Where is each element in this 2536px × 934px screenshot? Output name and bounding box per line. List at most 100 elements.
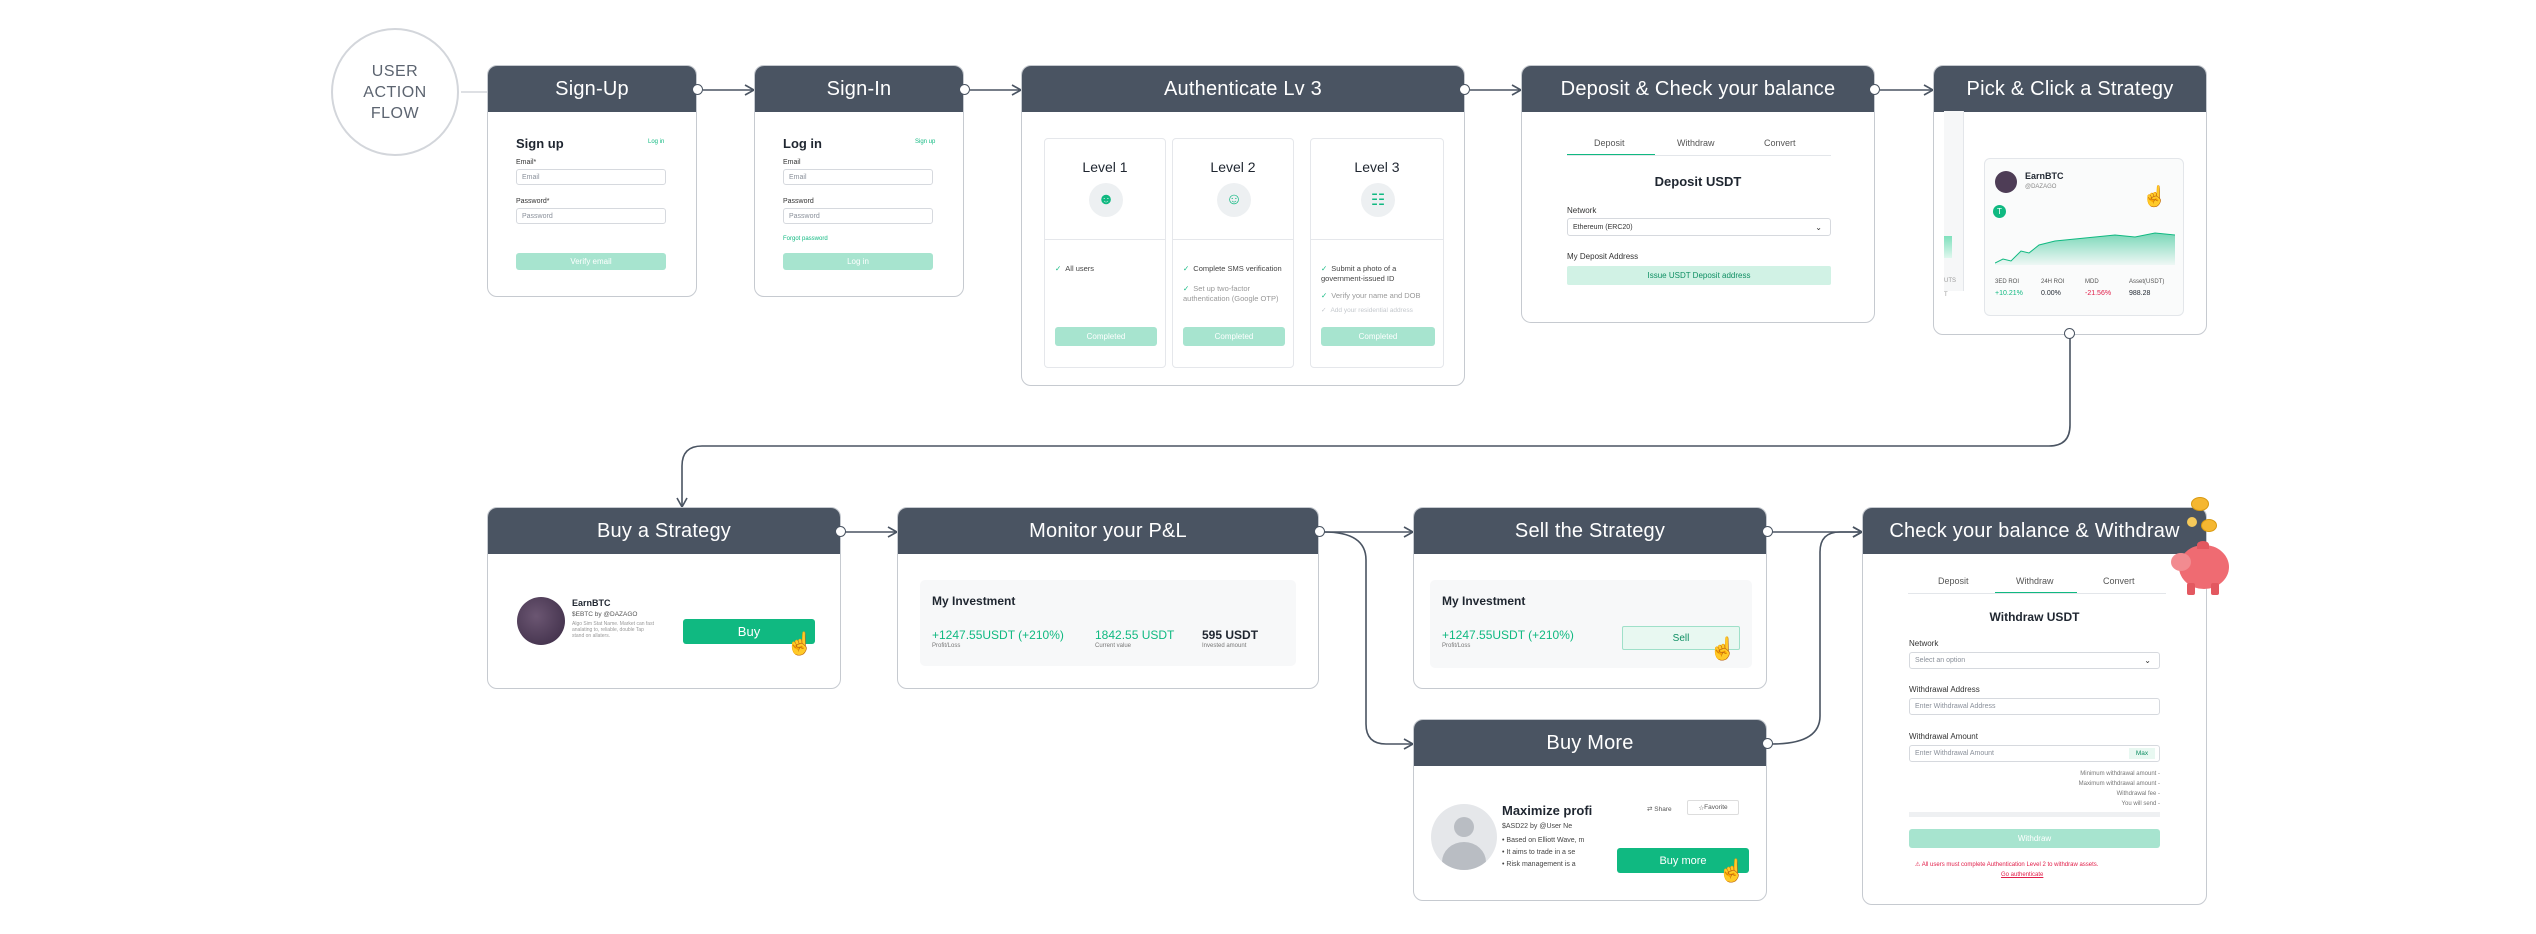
strategy-name: EarnBTC (572, 598, 611, 608)
amount-placeholder: Enter Withdrawal Amount (1915, 750, 1994, 757)
tab-withdraw[interactable]: Withdraw (1677, 138, 1715, 148)
tab-convert[interactable]: Convert (1764, 138, 1796, 148)
connector-dot (1869, 84, 1880, 95)
check-icon: ✓ (1183, 264, 1190, 273)
withdraw-button[interactable]: Withdraw (1909, 829, 2160, 848)
pl-value: +1247.55USDT (+210%) (1442, 628, 1574, 642)
connector-dot (692, 84, 703, 95)
current-value-label: Current value (1095, 643, 1132, 649)
completed-button[interactable]: Completed (1321, 327, 1435, 346)
check-icon: ✓ (1321, 307, 1327, 314)
password-field[interactable]: Password (783, 208, 933, 224)
info-line: Minimum withdrawal amount - (2080, 771, 2160, 777)
network-select[interactable]: Select an option ⌄ (1909, 652, 2160, 669)
completed-button[interactable]: Completed (1055, 327, 1157, 346)
network-placeholder: Select an option (1915, 657, 1966, 664)
user-icon: ☻ (1089, 183, 1123, 217)
network-value: Ethereum (ERC20) (1573, 223, 1633, 231)
connector-dot (959, 84, 970, 95)
network-select[interactable]: Ethereum (ERC20) ⌄ (1567, 218, 1831, 236)
forgot-password-link[interactable]: Forgot password (783, 236, 828, 242)
amount-label: Withdrawal Amount (1909, 732, 1978, 741)
email-field[interactable]: Email (783, 169, 933, 185)
strategy-card[interactable]: EarnBTC @DAZAGO T 3ED ROI 24H ROI MDD As… (1984, 158, 2184, 316)
deposit-card: Deposit & Check your balance Deposit Wit… (1521, 65, 1875, 323)
amount-input[interactable]: Enter Withdrawal Amount (1909, 745, 2160, 762)
check-icon: ✓ (1055, 264, 1062, 273)
deposit-address-label: My Deposit Address (1567, 252, 1639, 261)
level-requirement: ✓ Submit a photo of a government-issued I… (1321, 264, 1397, 283)
connector-dot (2064, 328, 2075, 339)
info-line: Maximum withdrawal amount - (2078, 781, 2160, 787)
pointer-cursor-icon: ☝ (1709, 636, 1737, 661)
current-value: 1842.55 USDT (1095, 628, 1175, 642)
check-icon: ✓ (1183, 284, 1190, 293)
tab-withdraw[interactable]: Withdraw (2016, 576, 2054, 586)
monitor-header: Monitor your P&L (898, 508, 1318, 554)
piggy-bank-icon (2165, 497, 2237, 609)
stat-label: MDD (2085, 279, 2099, 285)
pointer-cursor-icon: ☝ (2142, 186, 2167, 208)
tab-deposit[interactable]: Deposit (1594, 138, 1625, 148)
investment-panel: My Investment +1247.55USDT (+210%) Profi… (1430, 580, 1752, 668)
verify-email-button[interactable]: Verify email (516, 253, 666, 270)
users-icon: ☺ (1217, 183, 1251, 217)
tab-convert[interactable]: Convert (2103, 576, 2135, 586)
slider-track[interactable] (1909, 812, 2160, 817)
info-line: You will send - (2121, 801, 2160, 807)
favorite-button[interactable]: ☆ Favorite (1687, 800, 1739, 815)
connector-dot (1459, 84, 1470, 95)
issue-address-button[interactable]: Issue USDT Deposit address (1567, 266, 1831, 285)
signup-title: Sign up (516, 136, 564, 151)
address-input[interactable]: Enter Withdrawal Address (1909, 698, 2160, 715)
level-requirement: ✓ All users (1055, 264, 1095, 273)
login-link[interactable]: Log in (648, 139, 664, 145)
sell-header: Sell the Strategy (1414, 508, 1766, 554)
invested-label: Invested amount (1202, 643, 1247, 649)
share-button[interactable]: ⇄ Share (1647, 805, 1672, 813)
investment-title: My Investment (932, 594, 1016, 608)
stat-value: 0.00% (2041, 290, 2061, 297)
connector-dot (1762, 526, 1773, 537)
authenticate-header: Authenticate Lv 3 (1022, 66, 1464, 112)
completed-button[interactable]: Completed (1183, 327, 1285, 346)
invested-value: 595 USDT (1202, 628, 1259, 642)
alert-icon: ⚠ (1915, 862, 1922, 868)
buymore-header: Buy More (1414, 720, 1766, 766)
deposit-header: Deposit & Check your balance (1522, 66, 1874, 112)
network-label: Network (1567, 206, 1597, 215)
max-button[interactable]: Max (2129, 748, 2155, 759)
chevron-down-icon: ⌄ (1815, 222, 1822, 232)
level-title: Level 1 (1082, 159, 1128, 175)
buy-strategy-card: Buy a Strategy EarnBTC $EBTC by @DAZAGO … (487, 507, 841, 689)
login-button[interactable]: Log in (783, 253, 933, 270)
password-field[interactable]: Password (516, 208, 666, 224)
level-3-column: Level 3 ☷ ✓ Submit a photo of a governmen… (1310, 138, 1444, 368)
address-label: Withdrawal Address (1909, 685, 1980, 694)
arrow-buymore-withdraw (1771, 526, 1864, 745)
withdraw-title: Withdraw USDT (1989, 610, 2080, 624)
signin-header: Sign-In (755, 66, 963, 112)
stat-label: 24H ROI (2041, 279, 2065, 285)
signup-header: Sign-Up (488, 66, 696, 112)
bullet-item: • Based on Elliott Wave, m (1502, 837, 1585, 844)
pick-header: Pick & Click a Strategy (1934, 66, 2206, 112)
password-label: Password (783, 198, 814, 205)
pointer-cursor-icon: ☝ (1718, 858, 1746, 883)
signup-card: Sign-Up Sign up Log in Email* Email Pass… (487, 65, 697, 297)
email-field[interactable]: Email (516, 169, 666, 185)
bullet-item: • Risk management is a (1502, 861, 1576, 868)
roi-chart (1995, 232, 2175, 265)
stat-value: 988.28 (2129, 290, 2151, 297)
left-label: UTS (1944, 278, 1956, 284)
stat-label: Asset(USDT) (2129, 279, 2165, 285)
arrow-monitor-buymore (1323, 531, 1415, 750)
strategy-sub: $ASD22 by @User Ne (1502, 823, 1573, 830)
network-label: Network (1909, 639, 1939, 648)
flow-label-line: USER (371, 62, 419, 80)
tab-deposit[interactable]: Deposit (1938, 576, 1969, 586)
signup-link[interactable]: Sign up (915, 139, 935, 145)
authenticate-link[interactable]: Go authenticate (2001, 872, 2043, 878)
left-label: T (1944, 292, 1948, 298)
connector-dot (835, 526, 846, 537)
